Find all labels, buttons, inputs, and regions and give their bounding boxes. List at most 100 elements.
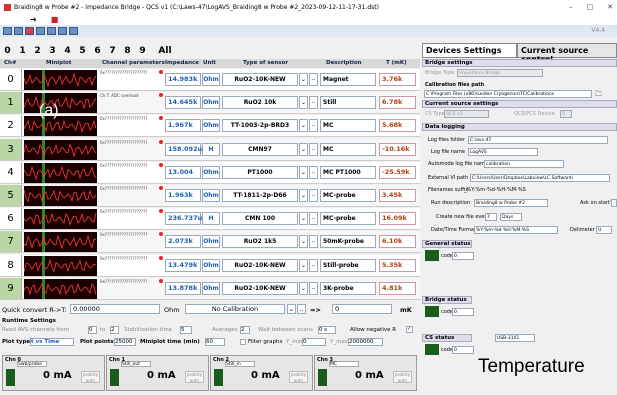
minimize-button[interactable]: –	[569, 3, 573, 11]
new-file-unit[interactable]: Days	[500, 213, 522, 221]
sensor-browse-button[interactable]: ..	[309, 73, 318, 86]
chevron-down-icon[interactable]: ⌄	[299, 258, 308, 272]
description-input[interactable]: MC-probe	[320, 189, 376, 202]
channel-tab[interactable]: 7	[105, 46, 120, 56]
delimiter-input[interactable]: \t	[596, 226, 612, 234]
channel-number[interactable]: 9	[0, 277, 22, 299]
from-input[interactable]: 0	[88, 326, 97, 334]
ask-checkbox[interactable]	[611, 199, 617, 207]
pause-icon[interactable]	[14, 27, 23, 35]
calibration-dropdown[interactable]: ⌄	[287, 304, 296, 314]
chevron-down-icon[interactable]: ⌄	[299, 281, 308, 295]
channel-number[interactable]: 1	[0, 92, 22, 114]
channel-number[interactable]: 2	[0, 115, 22, 137]
channel-tab[interactable]: All	[150, 46, 180, 56]
ymin-input[interactable]: 0	[302, 338, 326, 346]
description-input[interactable]: Still	[320, 96, 376, 110]
run-icon[interactable]	[3, 27, 12, 35]
settings-icon[interactable]	[58, 27, 67, 35]
channel-name-input[interactable]: MC	[329, 361, 359, 367]
sensor-select[interactable]: CMN 100	[222, 212, 298, 226]
polarity-button[interactable]: polarity auto	[289, 371, 308, 383]
stop-run-icon[interactable]	[25, 27, 34, 35]
description-input[interactable]: MC	[320, 142, 376, 156]
sensor-select[interactable]: RuO2-10K-NEW	[222, 281, 298, 295]
channel-number[interactable]: 7	[0, 231, 22, 253]
sensor-browse-button[interactable]: ..	[309, 235, 318, 249]
cal-path-input[interactable]: C:\Program Files (x86)\Leiden Cryogenics…	[424, 90, 592, 98]
channel-number[interactable]: 0	[0, 69, 22, 90]
description-input[interactable]: Still-probe	[320, 258, 376, 272]
chevron-down-icon[interactable]: ⌄	[299, 189, 308, 202]
description-input[interactable]: 50mK-probe	[320, 235, 376, 249]
negative-checkbox[interactable]: ✓	[406, 326, 413, 333]
bridge-type-select[interactable]: Impedance Bridge	[457, 69, 543, 77]
tab-devices-settings[interactable]: Devices Settings	[422, 43, 517, 58]
open-icon[interactable]	[36, 27, 45, 35]
stop-icon[interactable]: ■	[51, 15, 59, 24]
description-input[interactable]: MC	[320, 119, 376, 133]
log-folder-input[interactable]: C:\avs-47	[468, 136, 608, 144]
channel-tab[interactable]: 6	[90, 46, 105, 56]
sensor-select[interactable]: PT1000	[222, 165, 298, 179]
ymax-input[interactable]: 2000000	[348, 338, 383, 346]
sensor-select[interactable]: CMN97	[222, 142, 298, 156]
polarity-button[interactable]: polarity auto	[185, 371, 204, 383]
tab-current-source[interactable]: Current source control	[517, 43, 617, 64]
date-format-input[interactable]: %Y-%m-%d %H:%M:%S	[474, 226, 558, 234]
device-input[interactable]: 0	[560, 110, 572, 118]
miniplot-time-input[interactable]: 60	[205, 338, 225, 346]
plot-points-input[interactable]: 25000	[114, 338, 136, 346]
channel-name-input[interactable]: Still_out	[121, 361, 151, 367]
polarity-button[interactable]: polarity auto	[393, 371, 412, 383]
channel-tab[interactable]: 9	[135, 46, 150, 56]
sensor-select[interactable]: TT-1003-2p-BRD3	[222, 119, 298, 133]
sensor-browse-button[interactable]: ..	[309, 189, 318, 202]
description-input[interactable]: MC PT1000	[320, 165, 376, 179]
chevron-down-icon[interactable]: ⌄	[299, 73, 308, 86]
chevron-down-icon[interactable]: ⌄	[299, 142, 308, 156]
plot-type-select[interactable]: t vs Time	[30, 338, 74, 346]
sensor-select[interactable]: RuO2 10k	[222, 96, 298, 110]
calibration-select[interactable]: No Calibration	[185, 304, 285, 314]
print-icon[interactable]	[69, 27, 78, 35]
channel-number[interactable]: 6	[0, 208, 22, 230]
description-input[interactable]: MC-probe	[320, 212, 376, 226]
avg-input[interactable]: 2	[240, 326, 250, 334]
run-desc-input[interactable]: Braiding8 w Probe #2	[474, 199, 548, 207]
auto-name-input[interactable]: calibration	[484, 160, 564, 168]
chevron-down-icon[interactable]: ⌄	[299, 235, 308, 249]
chevron-down-icon[interactable]: ⌄	[299, 96, 308, 110]
channel-number[interactable]: 4	[0, 161, 22, 183]
channel-number[interactable]: 5	[0, 185, 22, 206]
description-input[interactable]: Magnet	[320, 73, 376, 86]
sensor-browse-button[interactable]: ..	[309, 281, 318, 295]
channel-name-input[interactable]: Still_in	[225, 361, 255, 367]
stab-input[interactable]: 5	[180, 326, 192, 334]
arrow-icon[interactable]: ➜	[30, 15, 37, 24]
polarity-button[interactable]: polarity auto	[81, 371, 100, 383]
channel-tab[interactable]: 0	[0, 46, 15, 56]
sensor-browse-button[interactable]: ..	[309, 212, 318, 226]
maximize-button[interactable]: □	[587, 3, 594, 11]
close-button[interactable]: ✕	[607, 3, 613, 11]
channel-tab[interactable]: 8	[120, 46, 135, 56]
filter-checkbox[interactable]	[240, 339, 246, 345]
channel-tab[interactable]: 4	[60, 46, 75, 56]
description-input[interactable]: 3K-probe	[320, 281, 376, 295]
sensor-select[interactable]: RuO2-10K-NEW	[222, 73, 298, 86]
wait-input[interactable]: 0 s	[318, 326, 336, 334]
channel-number[interactable]: 3	[0, 138, 22, 160]
channel-number[interactable]: 8	[0, 254, 22, 276]
sensor-browse-button[interactable]: ..	[309, 119, 318, 133]
channel-tab[interactable]: 1	[15, 46, 30, 56]
sensor-browse-button[interactable]: ..	[309, 142, 318, 156]
sensor-browse-button[interactable]: ..	[309, 96, 318, 110]
channel-name-input[interactable]: Swb/probe	[17, 361, 47, 367]
sensor-browse-button[interactable]: ..	[309, 258, 318, 272]
quick-convert-input[interactable]: 0.00000	[70, 304, 160, 314]
calibration-browse[interactable]: ..	[297, 304, 306, 314]
to-input[interactable]: 2	[110, 326, 119, 334]
save-icon[interactable]	[47, 27, 56, 35]
new-file-input[interactable]: 7	[485, 213, 497, 221]
